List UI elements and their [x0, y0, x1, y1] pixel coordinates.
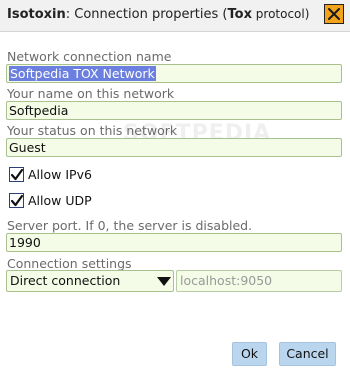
cancel-button[interactable]: Cancel — [279, 342, 336, 366]
network-name-label: Network connection name — [7, 49, 172, 64]
ok-button[interactable]: Ok — [232, 342, 267, 366]
close-icon — [328, 8, 340, 20]
connection-type-dropdown[interactable]: Direct connection — [6, 270, 174, 292]
network-name-field[interactable]: Softpedia TOX Network — [6, 64, 342, 83]
connection-type-value: Direct connection — [10, 273, 121, 288]
status-field[interactable]: Guest — [6, 138, 342, 157]
allow-ipv6-checkbox[interactable] — [9, 167, 24, 182]
allow-udp-checkbox[interactable] — [9, 193, 24, 208]
chevron-down-icon — [157, 277, 171, 286]
window-title: Isotoxin: Connection properties (Tox pro… — [7, 7, 309, 22]
protocol-name: Tox — [227, 7, 252, 22]
checkmark-icon — [10, 168, 24, 181]
title-text: : Connection properties ( — [65, 7, 228, 22]
server-port-field[interactable]: 1990 — [6, 233, 342, 252]
checkmark-icon — [10, 194, 24, 207]
proxy-address-field[interactable]: localhost:9050 — [176, 270, 342, 292]
status-label: Your status on this network — [7, 123, 178, 138]
network-name-value: Softpedia TOX Network — [9, 66, 156, 81]
protocol-suffix: protocol) — [251, 7, 310, 21]
close-button[interactable] — [324, 4, 344, 24]
your-name-field[interactable]: Softpedia — [6, 101, 342, 120]
proxy-address-placeholder: localhost:9050 — [180, 273, 273, 288]
title-bar: Isotoxin: Connection properties (Tox pro… — [0, 0, 350, 32]
your-name-label: Your name on this network — [7, 86, 175, 101]
allow-ipv6-label: Allow IPv6 — [28, 167, 92, 182]
allow-udp-label: Allow UDP — [28, 193, 92, 208]
app-name: Isotoxin — [7, 7, 66, 22]
connection-settings-label: Connection settings — [7, 256, 132, 271]
server-port-label: Server port. If 0, the server is disable… — [7, 218, 253, 233]
